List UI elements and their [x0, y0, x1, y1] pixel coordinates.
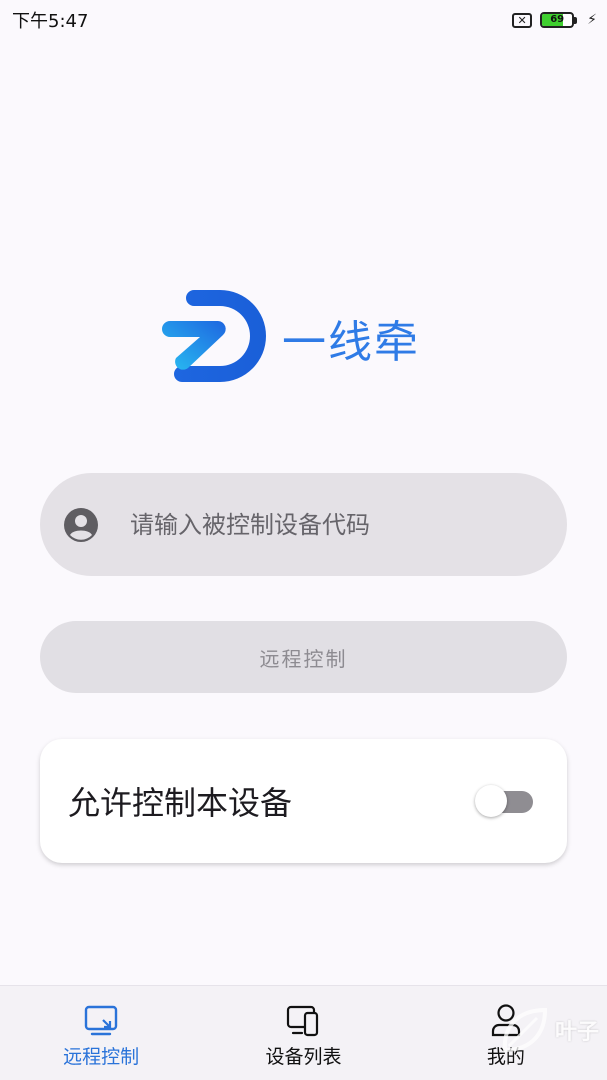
status-bar: 下午5:47 ✕ 69 ⚡ [0, 0, 607, 40]
nav-item-device-list[interactable]: 设备列表 [202, 986, 404, 1080]
app-name: 一线牵 [282, 317, 420, 368]
remote-screen-icon [84, 1005, 118, 1036]
nav-label: 远程控制 [63, 1046, 140, 1068]
profile-icon [491, 1004, 520, 1037]
battery-level: 69 [550, 14, 565, 25]
nav-item-profile[interactable]: 我的 [405, 986, 607, 1080]
allow-control-label: 允许控制本设备 [68, 784, 293, 822]
battery-icon: 69 [540, 12, 578, 28]
allow-control-toggle[interactable] [475, 784, 533, 818]
status-icons: ✕ 69 ⚡ [512, 12, 597, 28]
person-circle-icon [64, 507, 98, 542]
bolt-icon: ⚡ [587, 12, 597, 28]
nav-label: 我的 [486, 1046, 525, 1068]
remote-control-button[interactable]: 远程控制 [40, 621, 567, 693]
device-code-input[interactable] [130, 510, 530, 539]
device-list-icon [287, 1005, 319, 1037]
logo-d-icon [162, 290, 266, 382]
toggle-thumb [475, 785, 507, 817]
allow-control-card: 允许控制本设备 [40, 739, 567, 863]
app-logo: 一线牵 [160, 288, 420, 388]
status-time: 下午5:47 [12, 11, 89, 32]
nav-label: 设备列表 [265, 1046, 342, 1068]
bottom-nav: 远程控制 设备列表 我的 [0, 985, 607, 1080]
device-code-field[interactable] [40, 473, 567, 576]
sim-off-icon: ✕ [512, 12, 533, 28]
nav-item-remote-control[interactable]: 远程控制 [0, 986, 202, 1080]
